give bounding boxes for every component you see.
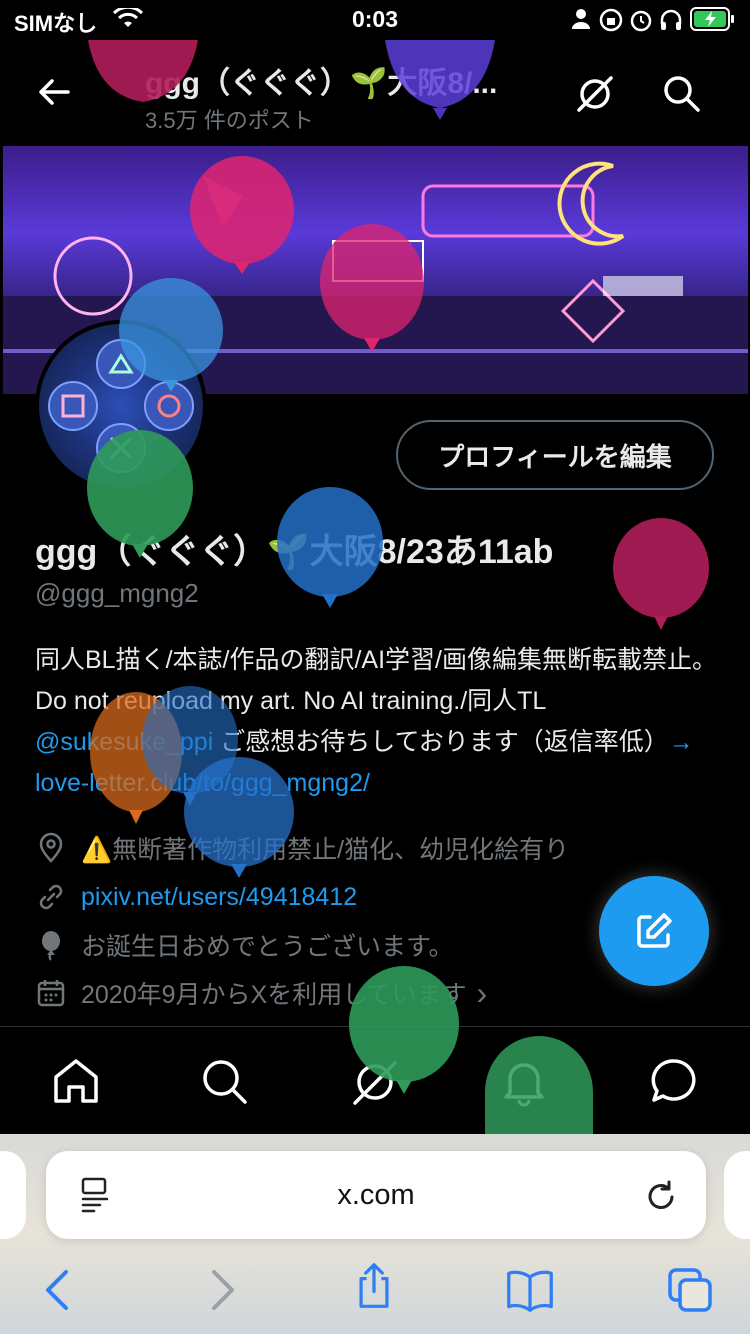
balloon-decoration [190,156,294,274]
balloon-decoration [385,40,495,120]
grok-icon[interactable] [574,72,616,114]
alarm-icon [630,10,652,32]
balloon-decoration [184,757,294,878]
balloon-decoration [613,518,709,630]
back-arrow-icon[interactable] [34,72,74,112]
next-tab-preview[interactable] [724,1151,750,1239]
edit-profile-button[interactable]: プロフィールを編集 [396,420,714,490]
location-row: ⚠️無断著作物利用禁止/猫化、幼児化絵有り [35,828,569,868]
calendar-icon [37,980,65,1007]
search-icon[interactable] [198,1055,250,1107]
tabs-icon[interactable] [666,1266,714,1314]
balloon-decoration [485,1036,593,1134]
share-icon[interactable] [350,1262,398,1310]
home-icon[interactable] [50,1055,102,1107]
location-pin-icon [39,832,63,863]
birthday-row: お誕生日おめでとうございます。 [35,925,454,965]
balloon-decoration [277,487,383,608]
search-icon[interactable] [660,72,702,114]
battery-charging-icon [690,7,734,31]
location-text: ⚠️無断著作物利用禁止/猫化、幼児化絵有り [81,836,570,864]
status-bar: SIMなし 0:03 [0,0,750,40]
forward-icon[interactable] [196,1266,244,1314]
chevron-right-icon: › [476,974,488,1011]
compose-post-button[interactable] [599,876,709,986]
rotation-lock-icon [599,8,623,32]
compose-icon [637,913,672,948]
balloon-decoration [349,966,459,1094]
messages-icon[interactable] [648,1055,700,1107]
person-icon [572,9,590,29]
back-icon[interactable] [36,1266,84,1314]
link-icon [39,884,63,910]
website-link[interactable]: pixiv.net/users/49418412 [81,883,357,912]
username-handle: @ggg_mgng2 [35,578,199,608]
bookmarks-icon[interactable] [506,1266,554,1314]
bio-text: ご感想お待ちしております（返信率低） [213,728,669,756]
birthday-text: お誕生日おめでとうございます。 [81,933,454,961]
reload-icon[interactable] [644,1179,678,1213]
balloon-icon [42,931,60,961]
previous-tab-preview[interactable] [0,1151,26,1239]
balloon-decoration [88,40,198,102]
address-text[interactable]: x.com [46,1179,706,1212]
headphones-icon [660,9,682,30]
balloon-decoration [87,430,193,558]
balloon-decoration [320,224,424,352]
balloon-decoration [119,278,223,392]
address-bar[interactable]: x.com [46,1151,706,1239]
